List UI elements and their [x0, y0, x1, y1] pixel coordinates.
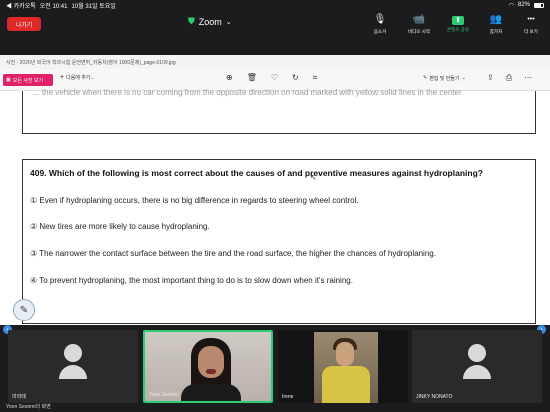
participant-tile[interactable]: 미리태 [8, 330, 138, 403]
option-3: ③ The narrower the contact surface betwe… [30, 249, 436, 258]
status-date: 10월 31일 토요일 [71, 3, 116, 10]
print-icon[interactable]: ⎙ [506, 73, 512, 83]
leave-button[interactable]: 나가기 [7, 17, 41, 31]
wifi-icon: ◠ [508, 2, 514, 9]
avatar [463, 344, 491, 380]
edit-create-button[interactable]: ✎ 편집 및 만들기 ⌄ [423, 75, 466, 82]
photo-actions: ⊕ 🗑 ♡ ↻ ⌗ [226, 73, 317, 83]
participant-tile[interactable]: JINKY NONATO [412, 330, 542, 403]
shield-icon: ⛊ [188, 16, 195, 26]
share-screen-icon: ⬆ [452, 16, 464, 25]
delete-icon[interactable]: 🗑 [247, 73, 257, 83]
more-icon[interactable]: ⋯ [524, 73, 532, 83]
battery-percent: 82% [517, 2, 530, 8]
chevron-down-icon: ⌄ [461, 75, 466, 81]
share-content-button[interactable]: ⬆ 콘텐츠 공유 [441, 13, 475, 39]
option-2: ② New tires are more likely to cause hyd… [30, 222, 210, 231]
mute-button[interactable]: 🎙 음소거 [363, 13, 397, 39]
photo-extra-actions: ⇪ ⎙ ⋯ [487, 73, 532, 83]
add-to-button[interactable]: + 다음에 추가... [60, 74, 95, 81]
share-icon[interactable]: ⇪ [487, 73, 494, 83]
participant-name: Yoon Seonmi [149, 392, 179, 398]
back-to-app[interactable]: ◀ 카카오톡 [6, 1, 36, 10]
participant-video [145, 332, 271, 401]
video-off-icon: 📹 [412, 14, 426, 25]
status-time: 오전 10:41 [39, 3, 68, 10]
photo-title: 사진 - 2020년 외국어 학과시험 운전면허_자동차(영어 1000문제)_… [0, 55, 550, 69]
edit-icon: ✎ [423, 75, 428, 81]
previous-question-frame: ... the vehicle when there is no car com… [22, 88, 536, 134]
screen-owner-label: Yoon Seonmi의 화면 [6, 404, 51, 410]
option-1: ① Even if hydroplaning occurs, there is … [30, 196, 359, 205]
favorite-icon[interactable]: ♡ [271, 73, 278, 83]
avatar [59, 344, 87, 380]
zoom-icon[interactable]: ⊕ [226, 73, 233, 83]
app-title: Zoom [198, 16, 222, 27]
chevron-down-icon: ⌄ [225, 18, 232, 26]
more-icon: ••• [527, 16, 535, 23]
view-all-photos-button[interactable]: ▣ 모든 사진 보기 [3, 74, 53, 86]
battery-icon [534, 2, 544, 8]
shared-screen: 사진 - 2020년 외국어 학과시험 운전면허_자동차(영어 1000문제)_… [0, 55, 550, 325]
participant-tile-active-speaker[interactable]: Yoon Seonmi [143, 330, 273, 403]
zoom-top-bar: 나가기 ⛊ Zoom ⌄ 🎙 음소거 📹 비디오 시작 ⬆ 콘텐츠 공유 👥 참… [0, 10, 550, 40]
more-button[interactable]: ••• 더 보기 [514, 13, 548, 39]
previous-question-text: ... the vehicle when there is no car com… [33, 88, 462, 97]
participant-video [278, 330, 408, 403]
crop-icon[interactable]: ⌗ [313, 73, 318, 83]
question-text: 409. Which of the following is most corr… [30, 168, 483, 178]
meeting-title[interactable]: ⛊ Zoom ⌄ [188, 16, 232, 27]
question-frame: 409. Which of the following is most corr… [22, 159, 536, 324]
status-bar: ◀ 카카오톡 오전 10:41 10월 31일 토요일 ◠ 82% [0, 0, 550, 10]
option-4: ④ To prevent hydroplaning, the most impo… [30, 276, 353, 285]
participant-strip: ‹ › 미리태 Yoon Seonmi Irene JINKY NONATO Y… [0, 325, 550, 412]
plus-icon: + [60, 74, 65, 81]
document-page: ... the vehicle when there is no car com… [22, 88, 542, 325]
participant-name: JINKY NONATO [416, 394, 453, 400]
start-video-button[interactable]: 📹 비디오 시작 [402, 13, 436, 39]
pen-icon: ✎ [19, 304, 29, 316]
participant-name: Irene [282, 394, 294, 400]
participant-name: 미리태 [12, 394, 26, 400]
mouse-cursor-icon: ↖ [310, 173, 317, 182]
microphone-icon: 🎙 [373, 14, 387, 25]
photos-icon: ▣ [6, 77, 11, 83]
annotate-pen-button[interactable]: ✎ [13, 299, 35, 321]
participants-button[interactable]: 👥 참가자 [479, 13, 513, 39]
participant-tile[interactable]: Irene [278, 330, 408, 403]
rotate-icon[interactable]: ↻ [292, 73, 299, 83]
participants-icon: 👥 [489, 14, 503, 25]
